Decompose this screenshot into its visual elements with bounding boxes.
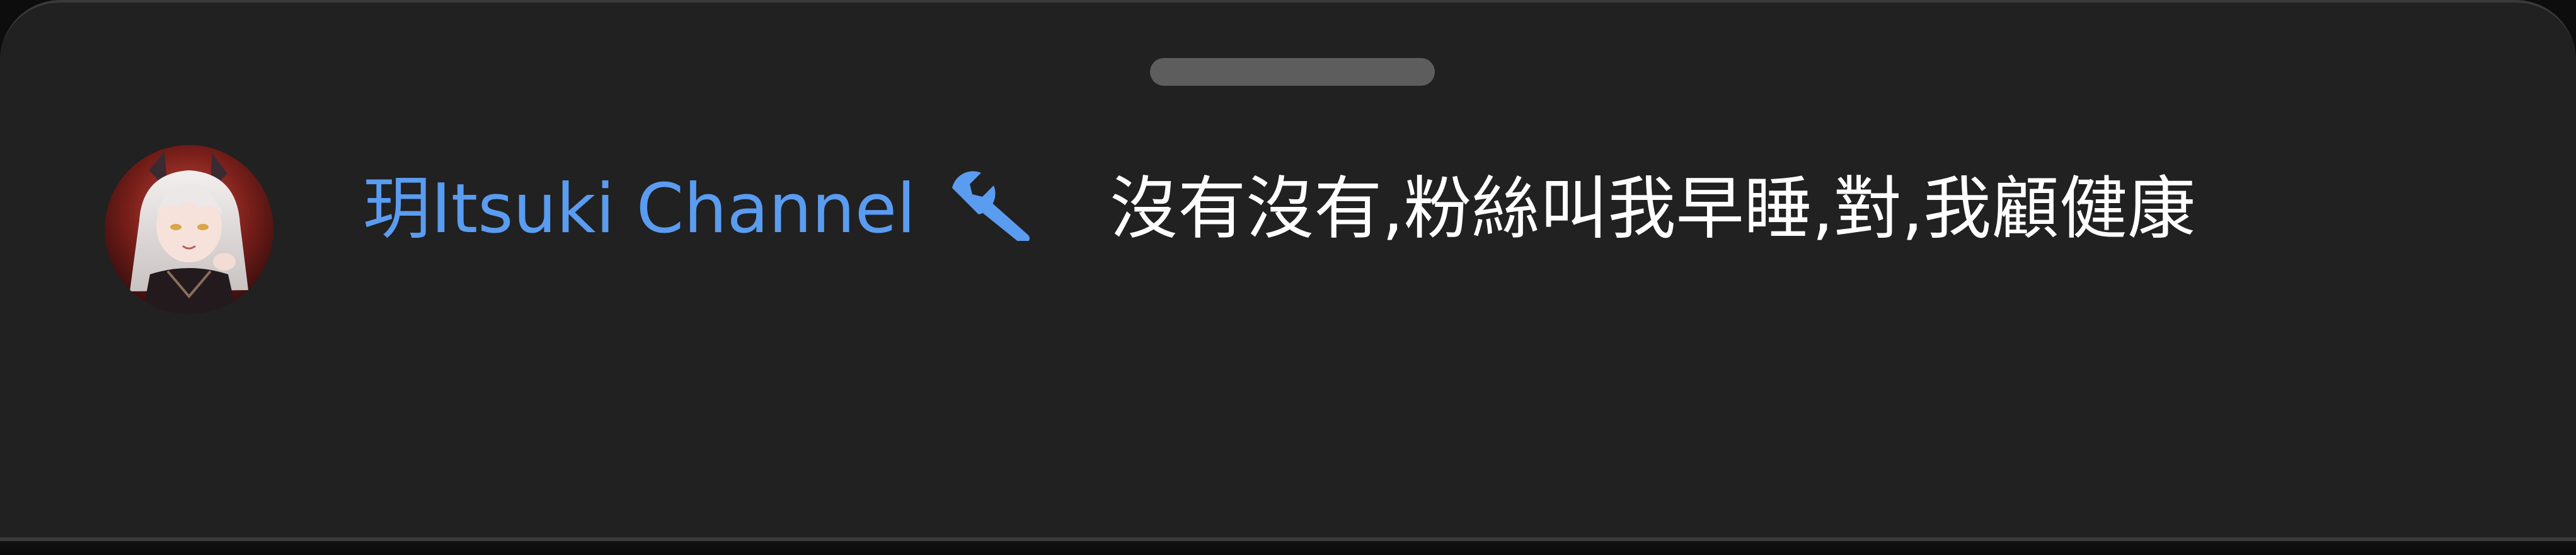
drag-handle[interactable]	[1150, 58, 1435, 86]
wrench-icon	[940, 165, 1034, 241]
comment-body: 玥Itsuki Channel 沒有沒有,粉絲叫我早睡,對,我顧健康	[363, 165, 2480, 254]
comment-author[interactable]: 玥Itsuki Channel	[363, 170, 916, 248]
screen-bottom-edge	[0, 537, 2576, 555]
comment-text: 沒有沒有,粉絲叫我早睡,對,我顧健康	[1110, 170, 2196, 248]
comment-sheet: 玥Itsuki Channel 沒有沒有,粉絲叫我早睡,對,我顧健康	[0, 0, 2576, 541]
avatar[interactable]	[105, 145, 273, 314]
